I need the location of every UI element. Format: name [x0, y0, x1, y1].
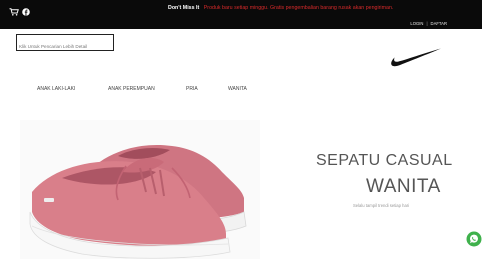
nav-item-pria[interactable]: PRIA — [186, 86, 198, 92]
login-link[interactable]: LOGIN — [410, 21, 423, 26]
facebook-icon[interactable] — [22, 3, 30, 21]
auth-links: LOGIN | DAFTAR — [410, 21, 447, 26]
nav-item-wanita[interactable]: WANITA — [228, 86, 247, 92]
top-bar: Don't Miss It Produk baru setiap minggu.… — [0, 0, 482, 29]
promo-title: Don't Miss It — [168, 5, 200, 11]
nike-logo[interactable] — [390, 47, 442, 74]
hero-headline-line1: SEPATU CASUAL — [316, 152, 453, 169]
search-box[interactable] — [16, 34, 114, 53]
auth-separator: | — [426, 21, 428, 26]
register-link[interactable]: DAFTAR — [431, 21, 447, 26]
whatsapp-icon[interactable] — [466, 231, 482, 252]
hero-subline: Selalu tampil trendi setiap hari — [353, 203, 410, 208]
hero-headline-line2: WANITA — [366, 176, 441, 197]
promo-banner: Don't Miss It Produk baru setiap minggu.… — [168, 5, 393, 11]
promo-message: Produk baru setiap minggu. Gratis pengem… — [203, 5, 394, 11]
nav-item-anak-laki-laki[interactable]: ANAK LAKI-LAKI — [37, 86, 75, 92]
shoe-product-image — [22, 128, 252, 264]
search-input[interactable] — [19, 40, 113, 53]
nav-item-anak-perempuan[interactable]: ANAK PEREMPUAN — [108, 86, 155, 92]
cart-icon[interactable] — [9, 3, 19, 21]
